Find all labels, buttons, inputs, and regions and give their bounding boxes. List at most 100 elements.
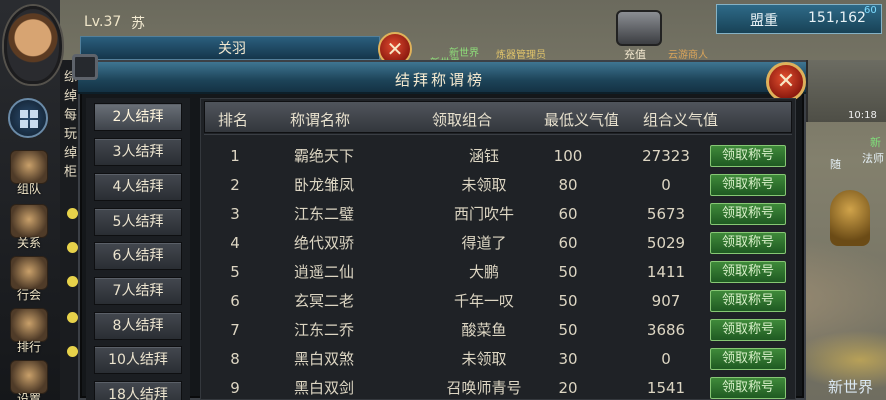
rank-cell: 9 xyxy=(230,379,240,397)
column-header: 排名 xyxy=(218,111,249,129)
claim-title-button[interactable]: 领取称号 xyxy=(710,232,786,254)
chat-emote-icon xyxy=(67,208,78,219)
rank-cell: 6 xyxy=(230,292,240,310)
claim-group-cell: 酸菜鱼 xyxy=(461,321,507,339)
sidebar-item-relation[interactable]: 关系 xyxy=(6,204,52,251)
combo-loyalty-cell: 1411 xyxy=(646,263,686,281)
rank-cell: 7 xyxy=(230,321,240,339)
sidebar-item-settings[interactable]: 设置 xyxy=(6,360,52,400)
table-row: 7 江东二乔 酸菜鱼 50 3686 领取称号 xyxy=(204,316,792,345)
claim-title-button[interactable]: 领取称号 xyxy=(710,377,786,399)
claim-title-button[interactable]: 领取称号 xyxy=(710,203,786,225)
tab-4-sworn[interactable]: 4人结拜 xyxy=(94,173,182,201)
tab-5-sworn[interactable]: 5人结拜 xyxy=(94,208,182,236)
combo-loyalty-cell: 3686 xyxy=(646,321,686,339)
min-loyalty-cell: 80 xyxy=(558,176,578,194)
rank-cell: 1 xyxy=(230,147,240,165)
sidebar-item-guild[interactable]: 行会 xyxy=(6,256,52,303)
table-row: 3 江东二璧 西门吹牛 60 5673 领取称号 xyxy=(204,200,792,229)
claim-group-cell: 西门吹牛 xyxy=(453,205,514,223)
chat-emote-icon xyxy=(67,242,78,253)
chat-emote-icon xyxy=(67,276,78,287)
player-name: 苏 xyxy=(131,16,145,32)
claim-title-button[interactable]: 领取称号 xyxy=(710,319,786,341)
recharge-chest-icon[interactable] xyxy=(616,10,662,46)
sidebar-item-ranking[interactable]: 排行 xyxy=(6,308,52,355)
tab-3-sworn[interactable]: 3人结拜 xyxy=(94,138,182,166)
title-name-cell: 卧龙雏凤 xyxy=(293,176,354,194)
title-name-cell: 黑白双煞 xyxy=(293,350,354,368)
min-loyalty-cell: 30 xyxy=(558,350,578,368)
sub-window-title: 关羽 xyxy=(218,41,246,57)
right-world-label: 新 xyxy=(870,136,881,149)
claim-group-cell: 千年一叹 xyxy=(453,292,514,310)
table-row: 6 玄冥二老 千年一叹 50 907 领取称号 xyxy=(204,287,792,316)
claim-title-button[interactable]: 领取称号 xyxy=(710,290,786,312)
min-loyalty-cell: 60 xyxy=(558,205,578,223)
claim-title-button[interactable]: 领取称号 xyxy=(710,261,786,283)
title-name-cell: 江东二乔 xyxy=(293,321,354,339)
combo-loyalty-cell: 907 xyxy=(651,292,681,310)
tab-18-sworn[interactable]: 18人结拜 xyxy=(94,381,182,400)
claim-title-button[interactable]: 领取称号 xyxy=(710,145,786,167)
sidebar-item-label: 行会 xyxy=(16,288,41,302)
header-divider xyxy=(204,134,792,135)
title-name-cell: 江东二璧 xyxy=(293,205,354,223)
title-name-cell: 玄冥二老 xyxy=(293,292,354,310)
sidebar-item-label: 排行 xyxy=(16,340,41,354)
player-level: Lv.37 xyxy=(84,14,122,30)
chat-emote-icon xyxy=(67,346,78,357)
tab-6-sworn[interactable]: 6人结拜 xyxy=(94,242,182,270)
alliance-value: 151,162 xyxy=(808,10,866,26)
claim-group-cell: 未领取 xyxy=(461,350,507,368)
settings-icon xyxy=(10,360,48,394)
claim-title-button[interactable]: 领取称号 xyxy=(710,348,786,370)
column-header: 最低义气值 xyxy=(544,111,620,129)
ping-value: 60 xyxy=(864,5,877,16)
min-loyalty-cell: 100 xyxy=(553,147,583,165)
combo-loyalty-cell: 27323 xyxy=(642,147,690,165)
guild-icon xyxy=(10,256,48,290)
panel-corner-ornament xyxy=(72,54,98,80)
ranking-icon xyxy=(10,308,48,342)
npc-label: 炼器管理员 xyxy=(496,50,546,61)
table-row: 2 卧龙雏凤 未领取 80 0 领取称号 xyxy=(204,171,792,200)
player-character xyxy=(830,190,870,246)
tab-10-sworn[interactable]: 10人结拜 xyxy=(94,346,182,374)
table-row: 9 黑白双剑 召唤师青号 20 1541 领取称号 xyxy=(204,374,792,400)
rank-cell: 3 xyxy=(230,205,240,223)
sidebar-item-team[interactable]: 组队 xyxy=(6,150,52,197)
close-icon[interactable]: ✕ xyxy=(766,62,806,102)
title-name-cell: 逍遥二仙 xyxy=(293,263,354,281)
combo-loyalty-cell: 5673 xyxy=(646,205,686,223)
combo-loyalty-cell: 5029 xyxy=(646,234,686,252)
min-loyalty-cell: 50 xyxy=(558,263,578,281)
claim-group-cell: 大鹏 xyxy=(468,263,499,281)
relation-icon xyxy=(10,204,48,238)
rank-cell: 4 xyxy=(230,234,240,252)
claim-title-button[interactable]: 领取称号 xyxy=(710,174,786,196)
min-loyalty-cell: 60 xyxy=(558,234,578,252)
combo-loyalty-cell: 0 xyxy=(661,176,671,194)
table-row: 4 绝代双骄 得道了 60 5029 领取称号 xyxy=(204,229,792,258)
menu-grid-icon[interactable] xyxy=(8,98,48,138)
new-world-label: 新世界 xyxy=(828,378,874,396)
right-random-label: 随 xyxy=(830,158,841,171)
player-avatar[interactable] xyxy=(4,6,62,84)
min-loyalty-cell: 50 xyxy=(558,292,578,310)
table-row: 5 逍遥二仙 大鹏 50 1411 领取称号 xyxy=(204,258,792,287)
team-icon xyxy=(10,150,48,184)
combo-loyalty-cell: 1541 xyxy=(646,379,686,397)
tab-7-sworn[interactable]: 7人结拜 xyxy=(94,277,182,305)
claim-group-cell: 未领取 xyxy=(461,176,507,194)
sidebar-item-label: 设置 xyxy=(16,392,41,400)
min-loyalty-cell: 20 xyxy=(558,379,578,397)
clock: 10:18 xyxy=(848,110,877,121)
claim-group-cell: 召唤师青号 xyxy=(446,379,522,397)
title-name-cell: 霸绝天下 xyxy=(293,147,354,165)
tab-8-sworn[interactable]: 8人结拜 xyxy=(94,312,182,340)
tab-2-sworn[interactable]: 2人结拜 xyxy=(94,103,182,131)
rank-cell: 8 xyxy=(230,350,240,368)
table-row: 8 黑白双煞 未领取 30 0 领取称号 xyxy=(204,345,792,374)
claim-group-cell: 涵钰 xyxy=(468,147,499,165)
